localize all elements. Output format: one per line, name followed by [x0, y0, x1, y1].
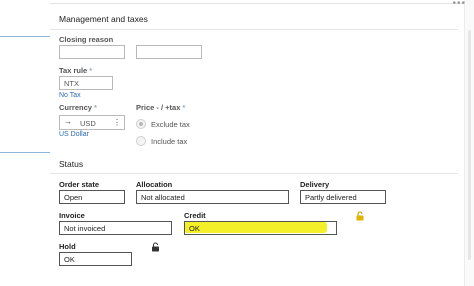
tax-rule-link[interactable]: No Tax	[59, 92, 81, 99]
delivery-label: Delivery	[300, 180, 330, 189]
currency-value: USD	[80, 119, 96, 128]
currency-input[interactable]: → USD ⋮	[59, 115, 125, 130]
credit-field: OK	[184, 221, 337, 235]
invoice-field: Not invoiced	[59, 221, 172, 235]
closing-reason-label: Closing reason	[59, 35, 114, 44]
exclude-tax-label[interactable]: Exclude tax	[151, 120, 190, 129]
include-tax-label[interactable]: Include tax	[151, 137, 187, 146]
vertical-scrollbar[interactable]	[464, 0, 474, 286]
required-mark: *	[89, 66, 93, 75]
exclude-tax-radio[interactable]	[136, 119, 146, 129]
rail-divider	[0, 36, 50, 37]
more-dots-icon[interactable]: •••	[452, 0, 466, 9]
required-mark: *	[182, 103, 186, 112]
currency-label: Currency *	[59, 103, 97, 112]
section-divider	[50, 29, 458, 30]
padlock-icon[interactable]	[151, 242, 160, 252]
required-mark: *	[93, 103, 97, 112]
hold-field: OK	[59, 252, 132, 266]
order-state-field: Open	[59, 190, 125, 204]
allocation-field: Not allocated	[136, 190, 289, 204]
closing-reason-secondary-input[interactable]	[136, 45, 202, 59]
tax-rule-input[interactable]: NTX	[59, 76, 113, 90]
padlock-icon[interactable]	[355, 211, 365, 221]
left-rail	[0, 0, 50, 286]
section-title-status: Status	[59, 159, 84, 169]
scrollbar-track[interactable]	[468, 30, 471, 260]
arrow-right-icon[interactable]: →	[64, 117, 72, 126]
include-tax-radio[interactable]	[136, 136, 146, 146]
credit-label: Credit	[184, 211, 206, 220]
delivery-field: Partly delivered	[300, 190, 386, 204]
allocation-label: Allocation	[136, 180, 173, 189]
order-state-label: Order state	[59, 180, 100, 189]
price-tax-label: Price - / +tax *	[136, 103, 186, 112]
kebab-icon[interactable]: ⋮	[113, 117, 121, 128]
invoice-label: Invoice	[59, 211, 85, 220]
section-divider	[50, 173, 458, 174]
currency-link[interactable]: US Dollar	[59, 131, 89, 138]
top-border	[0, 0, 474, 4]
hold-label: Hold	[59, 242, 76, 251]
closing-reason-input[interactable]	[59, 45, 125, 59]
section-title-management: Management and taxes	[59, 14, 148, 24]
rail-divider	[0, 152, 50, 153]
tax-rule-label: Tax rule *	[59, 66, 93, 75]
